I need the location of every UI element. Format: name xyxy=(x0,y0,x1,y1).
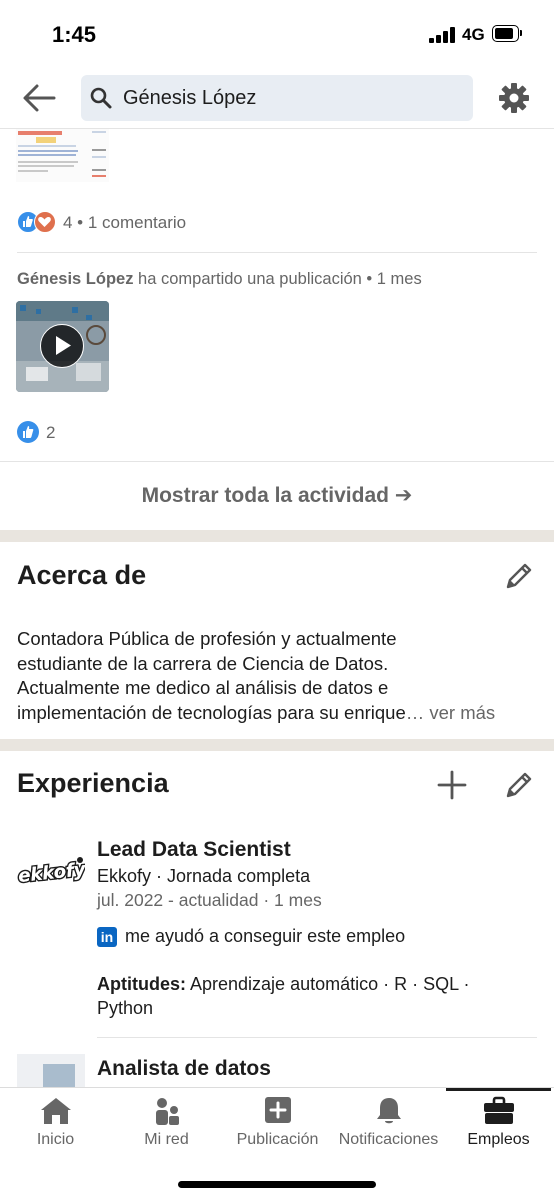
battery-icon xyxy=(492,25,522,42)
nav-label: Empleos xyxy=(467,1131,530,1148)
back-arrow-icon[interactable] xyxy=(20,80,60,116)
activity-divider xyxy=(17,252,537,253)
about-heading: Acerca de xyxy=(17,560,147,590)
nav-label: Publicación xyxy=(236,1131,319,1148)
show-all-activity-button[interactable]: Mostrar toda la actividad ➔ xyxy=(0,483,554,508)
nav-label: Mi red xyxy=(144,1131,189,1148)
activity-divider xyxy=(0,461,554,462)
bell-icon xyxy=(376,1098,401,1124)
nav-item-notifications[interactable]: Notificaciones xyxy=(333,1088,444,1168)
nav-item-home[interactable]: Inicio xyxy=(0,1088,111,1168)
gear-icon[interactable] xyxy=(497,81,531,115)
play-icon[interactable] xyxy=(40,324,84,368)
linkedin-logo-icon: in xyxy=(97,927,117,947)
post-icon xyxy=(264,1097,291,1123)
about-text: Contadora Pública de profesión y actualm… xyxy=(17,627,542,725)
search-icon xyxy=(89,86,113,110)
about-line: implementación de tecnologías para su en… xyxy=(17,701,406,723)
svg-text:ekkofy: ekkofy xyxy=(17,859,85,887)
nav-label: Notificaciones xyxy=(338,1131,439,1148)
nav-item-my-network[interactable]: Mi red xyxy=(111,1088,222,1168)
shared-post-header: Génesis López ha compartido una publicac… xyxy=(17,270,422,289)
nav-item-post[interactable]: Publicación xyxy=(222,1088,333,1168)
network-icon xyxy=(155,1098,179,1125)
section-separator xyxy=(0,530,554,542)
linkedin-helped-note: me ayudó a conseguir este empleo xyxy=(125,926,406,946)
about-line: Actualmente me dedico al análisis de dat… xyxy=(17,677,389,698)
edit-experience-pencil-icon[interactable] xyxy=(503,769,535,801)
shared-author[interactable]: Génesis López xyxy=(17,270,133,288)
section-separator xyxy=(0,739,554,751)
company-logo-placeholder[interactable] xyxy=(17,1054,85,1088)
see-more-link[interactable]: ver más xyxy=(424,702,495,723)
like-reaction-icon[interactable] xyxy=(17,421,39,443)
job-skills: Aptitudes: Aprendizaje automático · R · … xyxy=(97,972,527,1020)
search-input[interactable]: Génesis López xyxy=(81,75,473,121)
status-bar: 1:45 4G xyxy=(0,0,554,70)
experience-heading: Experiencia xyxy=(17,768,169,798)
job-title[interactable]: Analista de datos xyxy=(97,1057,271,1081)
search-query: Génesis López xyxy=(123,87,257,109)
edit-about-pencil-icon[interactable] xyxy=(503,560,535,592)
network-type: 4G xyxy=(462,25,485,44)
about-ellipsis: … xyxy=(405,701,425,723)
job-dates: jul. 2022 - actualidad · 1 mes xyxy=(97,890,322,910)
experience-divider xyxy=(97,1037,537,1038)
skills-label: Aptitudes: xyxy=(97,974,186,994)
nav-label: Inicio xyxy=(36,1131,75,1148)
nav-item-jobs[interactable]: Empleos xyxy=(443,1088,554,1168)
reactions-count[interactable]: 2 xyxy=(46,423,55,443)
job-title[interactable]: Lead Data Scientist xyxy=(97,838,291,862)
add-experience-plus-icon[interactable] xyxy=(436,769,468,801)
signal-icon xyxy=(429,27,456,43)
home-indicator xyxy=(178,1181,376,1188)
briefcase-icon xyxy=(483,1096,514,1124)
post-thumbnail[interactable] xyxy=(16,129,109,182)
company-logo-ekkofy[interactable]: ekkofy ekkofy xyxy=(16,852,89,892)
shared-action-text: ha compartido una publicación • 1 mes xyxy=(133,270,422,288)
home-icon xyxy=(40,1098,71,1124)
video-thumbnail[interactable] xyxy=(16,301,109,392)
about-line-last: implementación de tecnologías para su en… xyxy=(17,701,542,726)
about-line: estudiante de la carrera de Ciencia de D… xyxy=(17,652,389,674)
love-reaction-icon xyxy=(34,211,56,233)
job-company: Ekkofy · Jornada completa xyxy=(97,866,311,886)
reactions-comments-count[interactable]: 4 • 1 comentario xyxy=(63,213,186,233)
about-line: Contadora Pública de profesión y actualm… xyxy=(17,628,397,649)
status-time: 1:45 xyxy=(52,22,97,47)
